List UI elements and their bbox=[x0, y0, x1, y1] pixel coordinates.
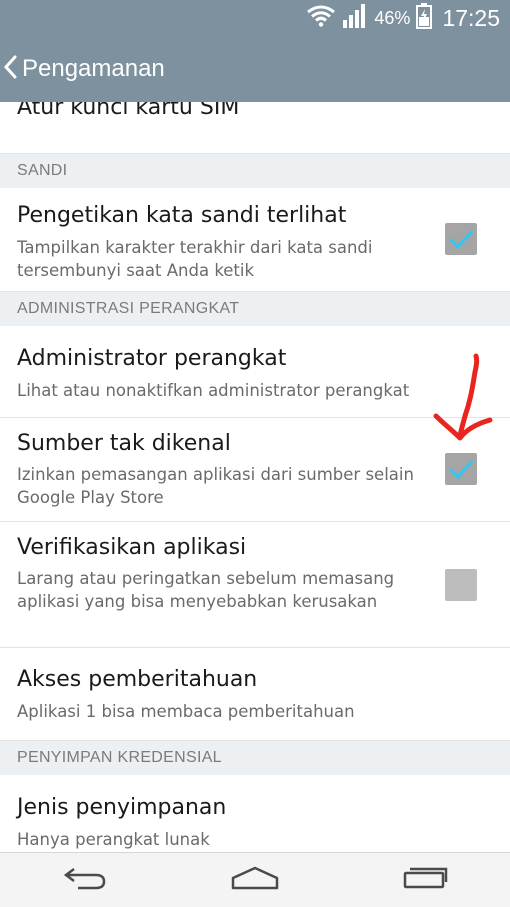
storage-type-summary: Hanya perangkat lunak bbox=[17, 830, 210, 849]
section-header-admin: ADMINISTRASI PERANGKAT bbox=[0, 292, 510, 326]
unknown-sources-summary: Izinkan pemasangan aplikasi dari sumber … bbox=[17, 465, 414, 507]
wifi-icon bbox=[306, 5, 336, 32]
password-visible-summary: Tampilkan karakter terakhir dari kata sa… bbox=[17, 238, 373, 280]
back-arrow-icon bbox=[62, 864, 108, 896]
verify-apps-title: Verifikasikan aplikasi bbox=[17, 535, 247, 560]
sim-lock-title: Atur kunci kartu SIM bbox=[17, 102, 240, 120]
settings-list[interactable]: Atur kunci kartu SIM SANDI Pengetikan ka… bbox=[0, 102, 510, 852]
nav-recents-button[interactable] bbox=[385, 853, 465, 907]
password-visible-title: Pengetikan kata sandi terlihat bbox=[17, 203, 347, 228]
nav-home-button[interactable] bbox=[215, 853, 295, 907]
verify-apps-item[interactable]: Verifikasikan aplikasi Larang atau perin… bbox=[0, 522, 510, 648]
page-title: Pengamanan bbox=[22, 55, 165, 82]
password-visible-item[interactable]: Pengetikan kata sandi terlihat Tampilkan… bbox=[0, 188, 510, 292]
verify-apps-checkbox[interactable] bbox=[445, 569, 477, 601]
verify-apps-summary: Larang atau peringatkan sebelum memasang… bbox=[17, 569, 395, 611]
chevron-left-icon bbox=[2, 54, 18, 84]
recents-icon bbox=[402, 865, 448, 895]
home-icon bbox=[230, 865, 280, 895]
storage-type-title: Jenis penyimpanan bbox=[17, 795, 227, 820]
device-admin-item[interactable]: Administrator perangkat Lihat atau nonak… bbox=[0, 326, 510, 418]
device-admin-title: Administrator perangkat bbox=[17, 346, 287, 371]
storage-type-item[interactable]: Jenis penyimpanan Hanya perangkat lunak bbox=[0, 775, 510, 852]
nav-back-button[interactable] bbox=[45, 853, 125, 907]
notification-access-title: Akses pemberitahuan bbox=[17, 667, 258, 692]
section-header-credential: PENYIMPAN KREDENSIAL bbox=[0, 741, 510, 775]
signal-icon bbox=[342, 3, 368, 33]
sim-lock-item[interactable]: Atur kunci kartu SIM bbox=[0, 102, 510, 154]
notification-access-item[interactable]: Akses pemberitahuan Aplikasi 1 bisa memb… bbox=[0, 648, 510, 741]
unknown-sources-checkbox[interactable] bbox=[445, 453, 477, 485]
password-visible-checkbox[interactable] bbox=[445, 223, 477, 255]
notification-access-summary: Aplikasi 1 bisa membaca pemberitahuan bbox=[17, 702, 355, 721]
up-button[interactable]: Pengamanan bbox=[0, 36, 165, 102]
unknown-sources-item[interactable]: Sumber tak dikenal Izinkan pemasangan ap… bbox=[0, 418, 510, 522]
section-header-sandi: SANDI bbox=[0, 154, 510, 188]
unknown-sources-title: Sumber tak dikenal bbox=[17, 431, 231, 456]
battery-percent: 46% bbox=[374, 7, 411, 28]
clock: 17:25 bbox=[442, 4, 500, 31]
battery-icon bbox=[416, 2, 433, 34]
action-bar: Pengamanan bbox=[0, 36, 510, 102]
device-admin-summary: Lihat atau nonaktifkan administrator per… bbox=[17, 381, 410, 400]
nav-bar bbox=[0, 852, 510, 907]
status-bar: 46% 17:25 bbox=[0, 0, 510, 36]
